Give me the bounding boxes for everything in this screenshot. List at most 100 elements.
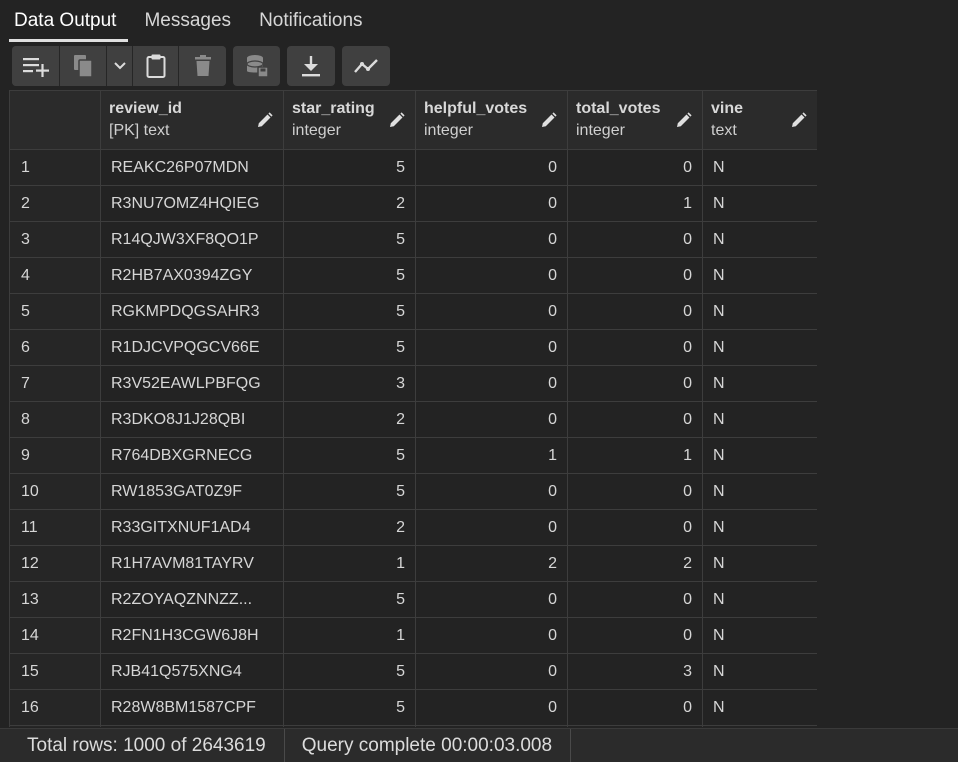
cell-vine[interactable]: N xyxy=(702,365,817,402)
cell-review-id[interactable]: R28W8BM1587CPF xyxy=(100,689,284,726)
cell-review-id[interactable]: R2FN1H3CGW6J8H xyxy=(100,617,284,654)
edit-pencil-icon[interactable] xyxy=(540,112,557,129)
row-number-header[interactable] xyxy=(9,90,101,150)
cell-helpful-votes[interactable]: 0 xyxy=(415,653,568,690)
cell-star-rating[interactable]: 1 xyxy=(283,545,416,582)
edit-pencil-icon[interactable] xyxy=(388,112,405,129)
delete-button[interactable] xyxy=(179,46,226,86)
cell-helpful-votes[interactable]: 0 xyxy=(415,221,568,258)
row-number[interactable] xyxy=(9,725,101,727)
table-row[interactable]: 14 R2FN1H3CGW6J8H 1 0 0 N xyxy=(9,617,817,654)
cell-vine[interactable]: N xyxy=(702,329,817,366)
cell-review-id[interactable]: R3NU7OMZ4HQIEG xyxy=(100,185,284,222)
cell-total-votes[interactable]: 0 xyxy=(567,473,703,510)
cell-vine[interactable]: N xyxy=(702,257,817,294)
cell-total-votes[interactable]: 0 xyxy=(567,617,703,654)
table-row[interactable]: 8 R3DKO8J1J28QBI 2 0 0 N xyxy=(9,401,817,438)
table-row[interactable]: 3 R14QJW3XF8QO1P 5 0 0 N xyxy=(9,221,817,258)
cell-total-votes[interactable]: 0 xyxy=(567,509,703,546)
cell-review-id[interactable] xyxy=(100,725,284,727)
cell-star-rating[interactable]: 3 xyxy=(283,365,416,402)
table-row[interactable]: 2 R3NU7OMZ4HQIEG 2 0 1 N xyxy=(9,185,817,222)
cell-total-votes[interactable]: 1 xyxy=(567,185,703,222)
cell-vine[interactable]: N xyxy=(702,221,817,258)
cell-helpful-votes[interactable]: 0 xyxy=(415,689,568,726)
column-header-vine[interactable]: vine text xyxy=(702,90,817,150)
cell-star-rating[interactable]: 5 xyxy=(283,149,416,186)
cell-review-id[interactable]: R3DKO8J1J28QBI xyxy=(100,401,284,438)
row-number[interactable]: 9 xyxy=(9,437,101,474)
cell-star-rating[interactable]: 5 xyxy=(283,437,416,474)
cell-vine[interactable] xyxy=(702,725,817,727)
row-number[interactable]: 11 xyxy=(9,509,101,546)
download-button[interactable] xyxy=(287,46,335,86)
graph-visualiser-button[interactable] xyxy=(342,46,390,86)
cell-total-votes[interactable]: 1 xyxy=(567,437,703,474)
table-row[interactable]: 11 R33GITXNUF1AD4 2 0 0 N xyxy=(9,509,817,546)
cell-helpful-votes[interactable]: 0 xyxy=(415,257,568,294)
edit-pencil-icon[interactable] xyxy=(675,112,692,129)
cell-star-rating[interactable]: 5 xyxy=(283,293,416,330)
cell-review-id[interactable]: R3V52EAWLPBFQG xyxy=(100,365,284,402)
table-row[interactable]: 7 R3V52EAWLPBFQG 3 0 0 N xyxy=(9,365,817,402)
table-row[interactable]: 12 R1H7AVM81TAYRV 1 2 2 N xyxy=(9,545,817,582)
paste-button[interactable] xyxy=(133,46,179,86)
table-row[interactable]: 4 R2HB7AX0394ZGY 5 0 0 N xyxy=(9,257,817,294)
cell-helpful-votes[interactable]: 2 xyxy=(415,545,568,582)
tab-data-output[interactable]: Data Output xyxy=(0,0,130,42)
cell-vine[interactable]: N xyxy=(702,509,817,546)
cell-total-votes[interactable] xyxy=(567,725,703,727)
cell-review-id[interactable]: RJB41Q575XNG4 xyxy=(100,653,284,690)
table-row[interactable]: 9 R764DBXGRNECG 5 1 1 N xyxy=(9,437,817,474)
cell-star-rating[interactable]: 5 xyxy=(283,221,416,258)
cell-vine[interactable]: N xyxy=(702,473,817,510)
row-number[interactable]: 14 xyxy=(9,617,101,654)
cell-review-id[interactable]: RGKMPDQGSAHR3 xyxy=(100,293,284,330)
copy-button[interactable] xyxy=(60,46,107,86)
cell-vine[interactable]: N xyxy=(702,689,817,726)
cell-helpful-votes[interactable]: 0 xyxy=(415,509,568,546)
row-number[interactable]: 6 xyxy=(9,329,101,366)
cell-helpful-votes[interactable]: 0 xyxy=(415,329,568,366)
cell-vine[interactable]: N xyxy=(702,653,817,690)
row-number[interactable]: 5 xyxy=(9,293,101,330)
cell-total-votes[interactable]: 0 xyxy=(567,329,703,366)
table-row[interactable]: 15 RJB41Q575XNG4 5 0 3 N xyxy=(9,653,817,690)
tab-messages[interactable]: Messages xyxy=(130,0,245,42)
cell-helpful-votes[interactable]: 0 xyxy=(415,581,568,618)
edit-pencil-icon[interactable] xyxy=(256,112,273,129)
row-number[interactable]: 12 xyxy=(9,545,101,582)
cell-review-id[interactable]: R14QJW3XF8QO1P xyxy=(100,221,284,258)
cell-total-votes[interactable]: 0 xyxy=(567,293,703,330)
cell-review-id[interactable]: R2HB7AX0394ZGY xyxy=(100,257,284,294)
cell-star-rating[interactable]: 5 xyxy=(283,257,416,294)
cell-helpful-votes[interactable]: 0 xyxy=(415,293,568,330)
cell-total-votes[interactable]: 0 xyxy=(567,365,703,402)
table-row[interactable]: 6 R1DJCVPQGCV66E 5 0 0 N xyxy=(9,329,817,366)
row-number[interactable]: 4 xyxy=(9,257,101,294)
table-row[interactable]: 1 REAKC26P07MDN 5 0 0 N xyxy=(9,149,817,186)
column-header-review-id[interactable]: review_id [PK] text xyxy=(100,90,284,150)
cell-review-id[interactable]: R764DBXGRNECG xyxy=(100,437,284,474)
cell-total-votes[interactable]: 0 xyxy=(567,401,703,438)
cell-vine[interactable]: N xyxy=(702,437,817,474)
row-number[interactable]: 8 xyxy=(9,401,101,438)
cell-vine[interactable]: N xyxy=(702,401,817,438)
cell-vine[interactable]: N xyxy=(702,581,817,618)
cell-review-id[interactable]: RW1853GAT0Z9F xyxy=(100,473,284,510)
cell-vine[interactable]: N xyxy=(702,185,817,222)
cell-star-rating[interactable]: 2 xyxy=(283,401,416,438)
row-number[interactable]: 15 xyxy=(9,653,101,690)
row-number[interactable]: 13 xyxy=(9,581,101,618)
cell-total-votes[interactable]: 3 xyxy=(567,653,703,690)
cell-star-rating[interactable]: 5 xyxy=(283,329,416,366)
row-number[interactable]: 7 xyxy=(9,365,101,402)
tab-notifications[interactable]: Notifications xyxy=(245,0,377,42)
cell-helpful-votes[interactable]: 0 xyxy=(415,617,568,654)
column-header-total-votes[interactable]: total_votes integer xyxy=(567,90,703,150)
row-number[interactable]: 16 xyxy=(9,689,101,726)
cell-star-rating[interactable]: 1 xyxy=(283,617,416,654)
cell-review-id[interactable]: R1DJCVPQGCV66E xyxy=(100,329,284,366)
cell-total-votes[interactable]: 0 xyxy=(567,689,703,726)
cell-star-rating[interactable]: 5 xyxy=(283,689,416,726)
